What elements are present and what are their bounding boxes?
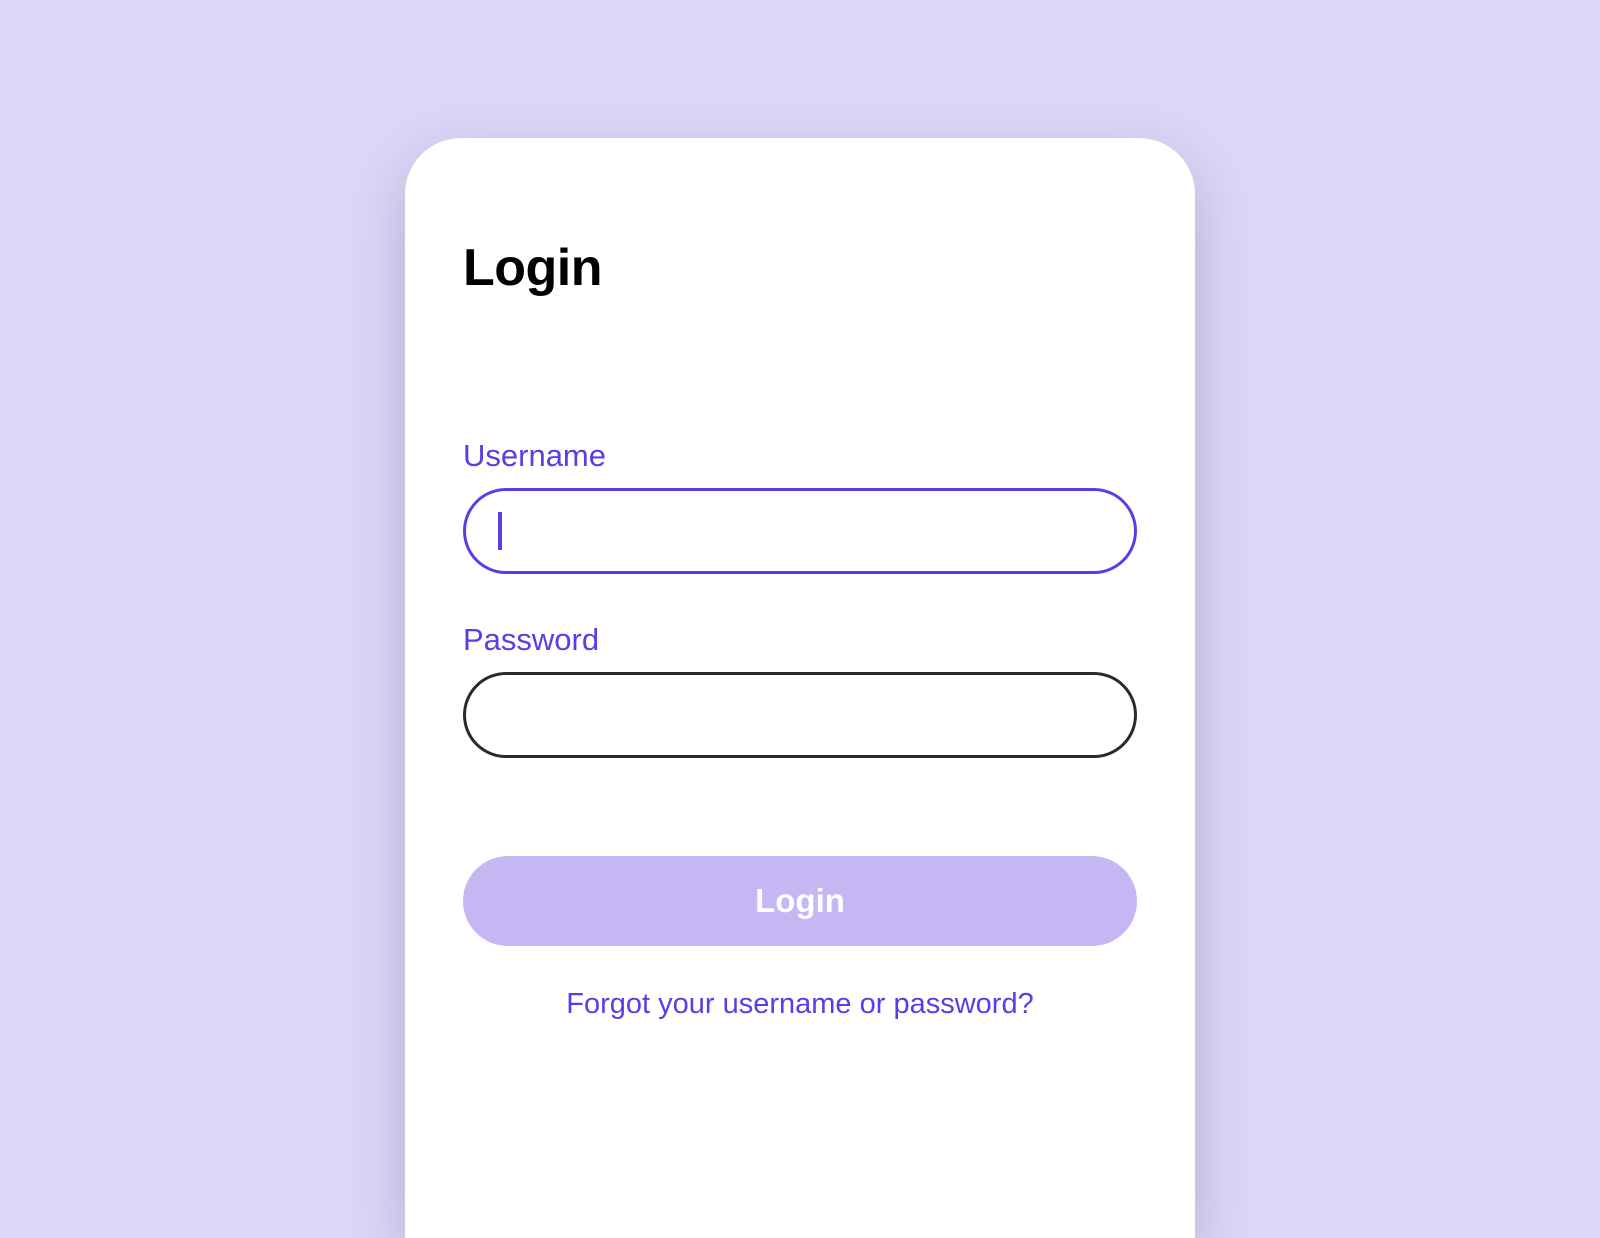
login-button[interactable]: Login (463, 856, 1137, 946)
login-card: Login Username Password Login Forgot you… (405, 138, 1195, 1238)
forgot-credentials-link[interactable]: Forgot your username or password? (463, 988, 1137, 1021)
password-input[interactable] (463, 672, 1137, 758)
username-label: Username (463, 438, 1137, 474)
username-input[interactable] (463, 488, 1137, 574)
password-label: Password (463, 622, 1137, 658)
text-caret (498, 512, 502, 550)
password-field-group: Password (463, 622, 1137, 758)
login-title: Login (463, 238, 1137, 298)
username-field-group: Username (463, 438, 1137, 574)
